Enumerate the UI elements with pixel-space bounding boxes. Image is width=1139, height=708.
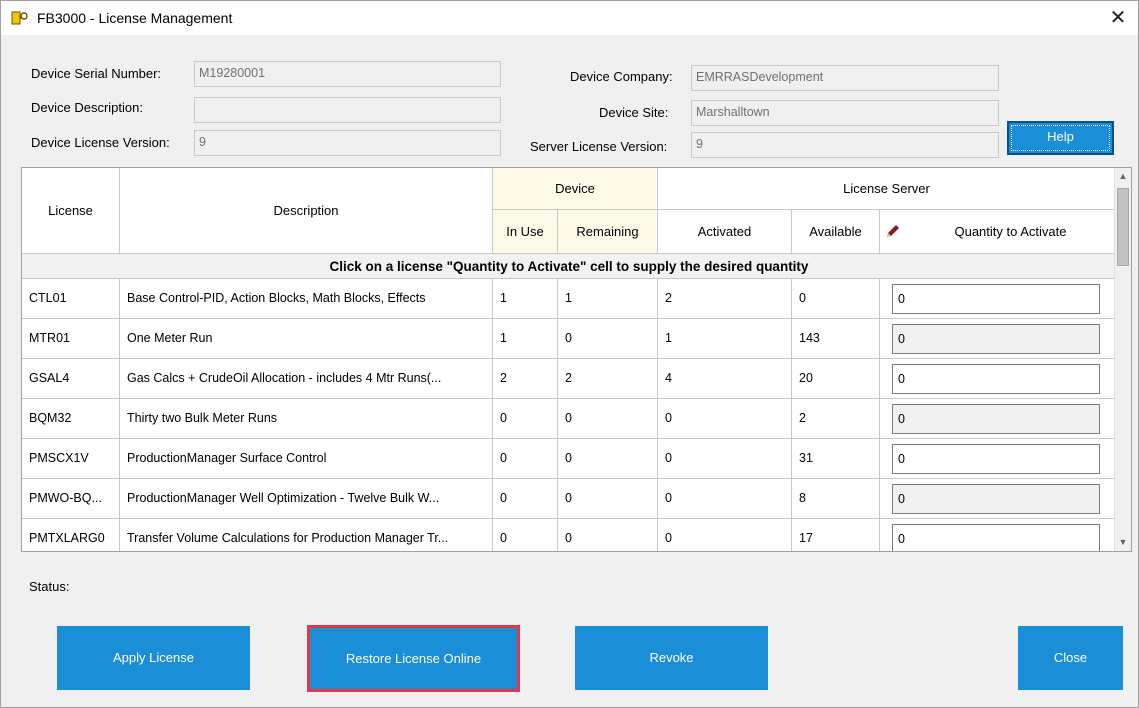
grid-hint: Click on a license "Quantity to Activate…: [22, 254, 1116, 279]
quantity-to-activate-input[interactable]: 0: [892, 444, 1100, 474]
license-grid: License Description Device In Use Remain…: [21, 167, 1132, 552]
cell-activated: 0: [658, 519, 792, 551]
cell-remaining: 0: [558, 479, 658, 518]
revoke-button[interactable]: Revoke: [575, 626, 768, 690]
cell-available: 20: [792, 359, 880, 398]
cell-description: Gas Calcs + CrudeOil Allocation - includ…: [120, 359, 493, 398]
help-button[interactable]: Help: [1007, 121, 1114, 155]
table-row[interactable]: MTR01 One Meter Run 1 0 1 143 0: [22, 319, 1116, 359]
table-row[interactable]: PMTXLARG0 Transfer Volume Calculations fo…: [22, 519, 1116, 551]
grid-scrollbar[interactable]: ▲ ▼: [1114, 168, 1131, 551]
quantity-to-activate-input[interactable]: 0: [892, 284, 1100, 314]
header-license-server-group: License Server: [658, 168, 1116, 210]
cell-in-use: 0: [493, 479, 558, 518]
cell-in-use: 2: [493, 359, 558, 398]
title-bar: FB3000 - License Management ✕: [1, 1, 1138, 35]
serial-label: Device Serial Number:: [31, 66, 162, 81]
scroll-up-icon[interactable]: ▲: [1115, 168, 1131, 185]
table-row[interactable]: GSAL4 Gas Calcs + CrudeOil Allocation - i…: [22, 359, 1116, 399]
serial-field: M19280001: [194, 61, 501, 87]
cell-license: PMWO-BQ...: [22, 479, 120, 518]
header-license[interactable]: License: [22, 168, 120, 254]
table-row[interactable]: CTL01 Base Control-PID, Action Blocks, Ma…: [22, 279, 1116, 319]
cell-activated: 1: [658, 319, 792, 358]
cell-remaining: 0: [558, 319, 658, 358]
cell-description: Thirty two Bulk Meter Runs: [120, 399, 493, 438]
cell-activated: 2: [658, 279, 792, 318]
quantity-to-activate-input[interactable]: 0: [892, 404, 1100, 434]
cell-remaining: 2: [558, 359, 658, 398]
window-title: FB3000 - License Management: [37, 10, 233, 26]
cell-activated: 0: [658, 399, 792, 438]
cell-available: 0: [792, 279, 880, 318]
cell-remaining: 0: [558, 399, 658, 438]
cell-in-use: 1: [493, 319, 558, 358]
cell-activated: 0: [658, 479, 792, 518]
cell-activated: 0: [658, 439, 792, 478]
restore-license-online-button[interactable]: Restore License Online: [307, 625, 520, 692]
cell-description: Transfer Volume Calculations for Product…: [120, 519, 493, 551]
close-button[interactable]: Close: [1018, 626, 1123, 690]
cell-license: PMSCX1V: [22, 439, 120, 478]
license-management-window: FB3000 - License Management ✕ Device Ser…: [0, 0, 1139, 708]
status-label: Status:: [29, 579, 70, 594]
server-version-label: Server License Version:: [530, 139, 668, 154]
cell-available: 31: [792, 439, 880, 478]
table-row[interactable]: PMWO-BQ... ProductionManager Well Optimiz…: [22, 479, 1116, 519]
cell-license: MTR01: [22, 319, 120, 358]
description-field: [194, 97, 501, 123]
site-label: Device Site:: [599, 105, 669, 120]
company-label: Device Company:: [570, 69, 673, 84]
quantity-to-activate-input[interactable]: 0: [892, 484, 1100, 514]
apply-license-button[interactable]: Apply License: [57, 626, 250, 690]
header-activated[interactable]: Activated: [658, 210, 792, 254]
header-description[interactable]: Description: [120, 168, 493, 254]
scroll-down-icon[interactable]: ▼: [1115, 534, 1131, 551]
cell-description: Base Control-PID, Action Blocks, Math Bl…: [120, 279, 493, 318]
table-row[interactable]: PMSCX1V ProductionManager Surface Control…: [22, 439, 1116, 479]
app-key-icon: [11, 11, 28, 25]
description-label: Device Description:: [31, 100, 143, 115]
cell-license: PMTXLARG0: [22, 519, 120, 551]
license-version-label: Device License Version:: [31, 135, 170, 150]
cell-available: 143: [792, 319, 880, 358]
cell-in-use: 0: [493, 439, 558, 478]
window-close-icon[interactable]: ✕: [1104, 5, 1132, 31]
scroll-thumb[interactable]: [1117, 188, 1129, 266]
cell-available: 17: [792, 519, 880, 551]
header-quantity[interactable]: Quantity to Activate: [880, 210, 1116, 254]
cell-available: 2: [792, 399, 880, 438]
header-in-use[interactable]: In Use: [493, 210, 558, 254]
header-available[interactable]: Available: [792, 210, 880, 254]
cell-license: CTL01: [22, 279, 120, 318]
quantity-to-activate-input[interactable]: 0: [892, 324, 1100, 354]
cell-in-use: 0: [493, 399, 558, 438]
table-row[interactable]: BQM32 Thirty two Bulk Meter Runs 0 0 0 2 0: [22, 399, 1116, 439]
cell-description: ProductionManager Surface Control: [120, 439, 493, 478]
server-version-field: 9: [691, 132, 999, 158]
cell-remaining: 0: [558, 439, 658, 478]
cell-in-use: 0: [493, 519, 558, 551]
cell-description: One Meter Run: [120, 319, 493, 358]
cell-remaining: 1: [558, 279, 658, 318]
cell-available: 8: [792, 479, 880, 518]
pencil-icon: [887, 225, 899, 237]
cell-license: GSAL4: [22, 359, 120, 398]
cell-license: BQM32: [22, 399, 120, 438]
header-remaining[interactable]: Remaining: [558, 210, 658, 254]
license-version-field: 9: [194, 130, 501, 156]
cell-description: ProductionManager Well Optimization - Tw…: [120, 479, 493, 518]
cell-activated: 4: [658, 359, 792, 398]
cell-in-use: 1: [493, 279, 558, 318]
header-device-group: Device: [493, 168, 658, 210]
cell-remaining: 0: [558, 519, 658, 551]
quantity-to-activate-input[interactable]: 0: [892, 364, 1100, 394]
company-field: EMRRASDevelopment: [691, 65, 999, 91]
site-field: Marshalltown: [691, 100, 999, 126]
quantity-to-activate-input[interactable]: 0: [892, 524, 1100, 551]
header-quantity-label: Quantity to Activate: [954, 224, 1067, 239]
